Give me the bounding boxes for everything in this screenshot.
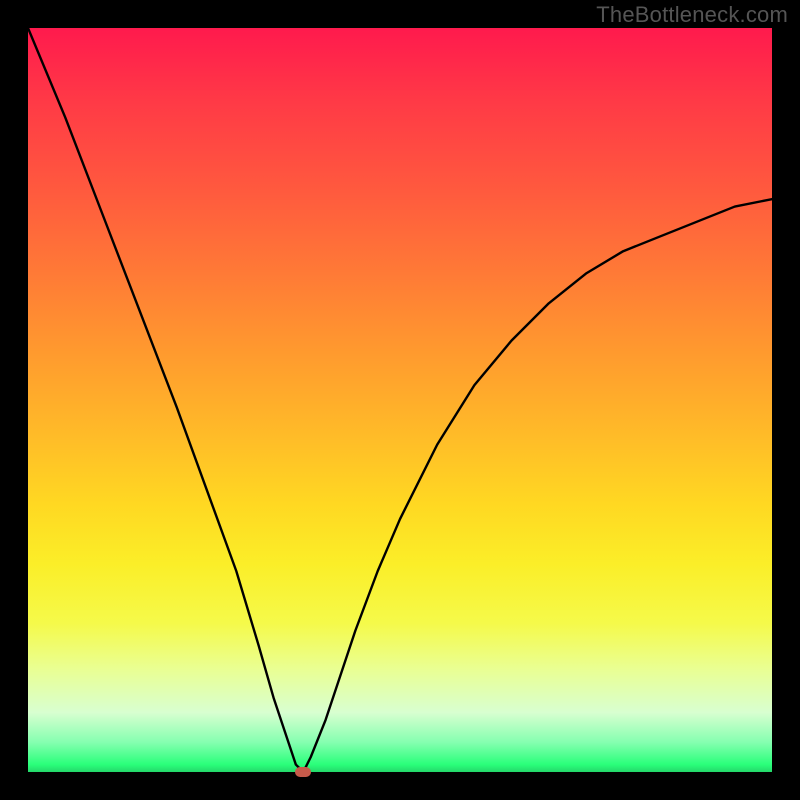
plot-area [28,28,772,772]
minimum-point-marker [295,767,311,777]
chart-frame: TheBottleneck.com [0,0,800,800]
attribution-text: TheBottleneck.com [596,2,788,28]
bottleneck-curve [28,28,772,772]
